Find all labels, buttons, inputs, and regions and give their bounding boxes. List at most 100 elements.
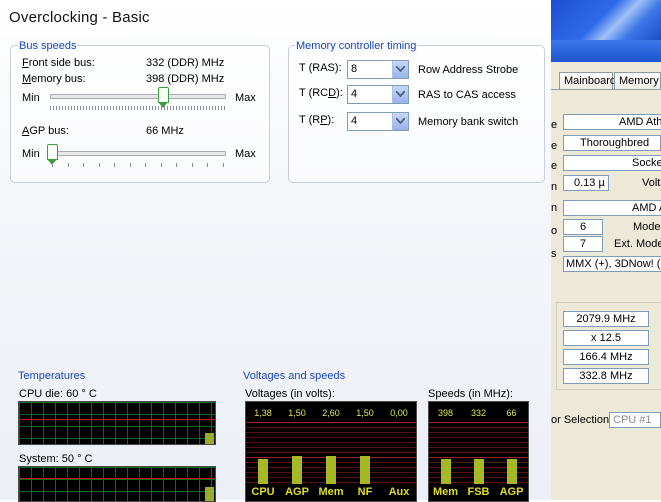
trp-select[interactable]: 4 <box>347 112 409 131</box>
slider-tick <box>116 106 117 110</box>
slider-tick <box>62 106 63 110</box>
grid-line <box>246 447 416 448</box>
grid-line <box>19 438 215 439</box>
slider-tick <box>221 106 222 110</box>
cpu-temp-bar <box>205 433 214 444</box>
slider-tick <box>167 106 168 110</box>
slider-tick <box>52 163 53 167</box>
grid-line <box>429 447 528 448</box>
speed-value-fsb: 332 <box>470 408 487 418</box>
multiplier: x 12.5 <box>563 330 649 346</box>
slider-tick <box>145 163 146 167</box>
bus-speed: 166.4 MHz <box>563 349 649 365</box>
voltage-label: Volta <box>642 177 661 189</box>
slider-tick <box>53 106 54 110</box>
slider-tick <box>152 106 153 110</box>
tras-select[interactable]: 8 <box>347 60 409 79</box>
slider-tick <box>194 106 195 110</box>
fsb-label: Front side bus: <box>22 57 95 69</box>
slider-tick <box>56 106 57 110</box>
slider-tick <box>128 106 129 110</box>
memory-slider-thumb[interactable] <box>158 87 170 108</box>
row-marker: e <box>551 160 558 172</box>
agp-slider-track[interactable] <box>50 151 226 156</box>
slider-tick <box>158 106 159 110</box>
slider-tick <box>122 106 123 110</box>
chevron-down-icon[interactable] <box>392 113 408 130</box>
cpu-specification: AMD A <box>563 200 661 216</box>
tab-memory[interactable]: Memory <box>614 72 661 89</box>
slider-tick <box>191 163 193 167</box>
slider-tick <box>114 163 115 167</box>
cpu-temp-graph <box>18 401 216 445</box>
slider-tick <box>98 163 100 167</box>
slider-tick <box>74 106 75 110</box>
grid-line <box>246 442 416 443</box>
system-temp-bar <box>205 487 214 501</box>
slider-tick <box>50 106 51 110</box>
voltages-graph: 1,38 1,50 2,60 1,50 0,00 CPU AGP Mem NF Aux <box>245 401 417 502</box>
fsb-value: 332 (DDR) MHz <box>146 57 225 69</box>
cpu-temp-label: CPU die: 60 ° C <box>19 388 97 400</box>
slider-tick <box>185 106 186 110</box>
slider-tick <box>200 106 201 110</box>
grid-line <box>91 467 92 501</box>
cpu-instructions: MMX (+), 3DNow! (+), <box>563 256 661 272</box>
grid-line <box>67 467 68 501</box>
slider-tick <box>83 163 84 167</box>
memory-slider-max: Max <box>235 92 256 104</box>
voltage-bar-mem <box>326 456 336 484</box>
cpu-package: Socke <box>563 155 661 171</box>
trcd-label: T (RCD): <box>299 87 343 99</box>
memory-slider-track[interactable] <box>50 94 226 99</box>
slider-tick <box>170 106 171 110</box>
slider-tick <box>215 106 216 110</box>
tras-label: T (RAS): <box>299 62 342 74</box>
slider-tick <box>207 163 208 167</box>
cpu-window-titlebar[interactable] <box>551 40 661 62</box>
bus-speeds-label: Bus speeds <box>18 40 78 52</box>
voltage-value-agp: 1,50 <box>288 408 306 418</box>
memory-bus-label: Memory bus: <box>22 73 86 85</box>
slider-tick <box>101 106 102 110</box>
grid-line <box>151 467 152 501</box>
voltage-bar-nf <box>360 456 370 484</box>
slider-tick <box>176 106 177 110</box>
slider-tick <box>179 106 180 110</box>
memory-bus-value: 398 (DDR) MHz <box>146 73 225 85</box>
tab-mainboard[interactable]: Mainboard <box>559 72 616 89</box>
grid-line <box>199 467 200 501</box>
voltage-value-cpu: 1,38 <box>254 408 272 418</box>
grid-line <box>79 467 80 501</box>
voltage-value-nf: 1,50 <box>356 408 374 418</box>
slider-tick <box>182 106 183 110</box>
grid-line <box>429 427 528 428</box>
cpu-select[interactable]: CPU #1 <box>609 412 661 428</box>
grid-line <box>19 467 215 468</box>
cpu-name: AMD Athl <box>563 114 661 130</box>
trcd-select[interactable]: 4 <box>347 85 409 104</box>
slider-tick <box>155 106 156 110</box>
slider-tick <box>86 106 87 110</box>
grid-line <box>429 442 528 443</box>
grid-line <box>163 467 164 501</box>
agp-bus-value: 66 MHz <box>146 125 184 137</box>
speed-label-agp: AGP <box>499 486 524 498</box>
system-temp-threshold-line <box>19 478 215 479</box>
row-marker: e <box>551 140 558 152</box>
row-marker: e <box>551 119 558 131</box>
grid-line <box>139 467 140 501</box>
chevron-down-icon[interactable] <box>392 61 408 78</box>
slider-tick <box>71 106 72 110</box>
chevron-down-icon[interactable] <box>392 86 408 103</box>
slider-tick <box>164 106 165 110</box>
slider-tick <box>149 106 150 110</box>
core-speed: 2079.9 MHz <box>563 311 649 327</box>
speed-label-mem: Mem <box>432 486 459 498</box>
row-marker: n <box>551 202 558 214</box>
agp-slider-thumb[interactable] <box>47 144 58 165</box>
memory-timing-label: Memory controller timing <box>295 40 418 52</box>
ext-model-label: Ext. Model <box>614 238 661 250</box>
agp-slider-min: Min <box>22 148 40 160</box>
cpu-info-window: Mainboard Memory e AMD Athl e Thoroughbr… <box>551 0 661 500</box>
